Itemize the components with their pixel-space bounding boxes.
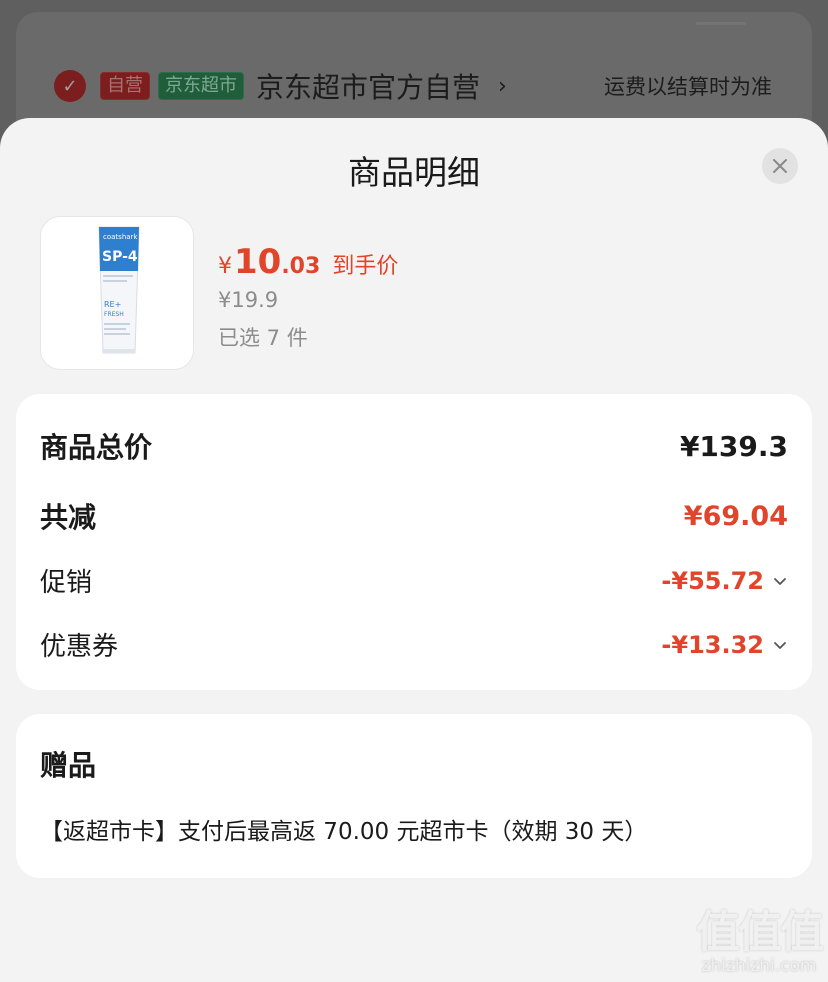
site-watermark: 值值值 zhizhizhi.com — [696, 896, 824, 976]
final-price: ¥ 10 .03 到手价 — [218, 242, 398, 282]
self-operated-tag: 自营 — [100, 72, 150, 100]
promotion-label: 促销 — [40, 568, 93, 598]
svg-text:SP-4: SP-4 — [102, 249, 138, 265]
price-label: 到手价 — [332, 254, 399, 279]
total-price-value: ¥139.3 — [679, 429, 788, 463]
check-icon: ✓ — [54, 70, 86, 102]
original-price: ¥19.9 — [218, 288, 279, 312]
shipping-note: 运费以结算时为准 — [604, 75, 772, 99]
product-thumbnail[interactable]: coatshark SP-4 RE+ FRESH — [40, 216, 194, 370]
sheet-title: 商品明细 — [348, 153, 480, 192]
gift-description: 【返超市卡】支付后最高返 70.00 元超市卡（效期 30 天） — [40, 819, 648, 845]
coupon-value: -¥13.32 — [661, 630, 764, 659]
close-icon — [773, 159, 787, 173]
background-grabber — [696, 22, 746, 25]
watermark-url: zhizhizhi.com — [701, 956, 817, 976]
promotion-row[interactable]: 促销 -¥55.72 — [40, 562, 788, 599]
product-detail-sheet: 商品明细 coatshark SP-4 RE+ FRESH ¥ 10 .03 到… — [0, 118, 828, 982]
chevron-down-icon[interactable] — [772, 637, 788, 653]
svg-text:FRESH: FRESH — [104, 311, 124, 318]
price-integer: 10 — [234, 242, 282, 282]
discount-value: ¥69.04 — [683, 500, 788, 532]
close-button[interactable] — [762, 148, 798, 184]
selected-quantity: 已选 7 件 — [218, 326, 308, 350]
promotion-value: -¥55.72 — [661, 566, 764, 595]
coupon-amount: -¥13.32 — [661, 631, 788, 659]
discount-row: 共减 ¥69.04 — [40, 496, 788, 536]
gift-title: 赠品 — [40, 749, 97, 782]
svg-text:RE+: RE+ — [104, 300, 121, 309]
chevron-down-icon[interactable] — [772, 573, 788, 589]
price-currency: ¥ — [218, 254, 232, 279]
discount-label: 共减 — [40, 501, 97, 534]
jd-supermarket-tag: 京东超市 — [158, 72, 244, 100]
product-summary: coatshark SP-4 RE+ FRESH ¥ 10 .03 到手价 ¥1… — [40, 216, 640, 370]
chevron-right-icon: › — [498, 73, 507, 99]
price-decimal: .03 — [281, 254, 321, 279]
store-name: 京东超市官方自营 — [256, 71, 481, 104]
background-store-row: ✓ 自营 京东超市 京东超市官方自营 › 运费以结算时为准 — [54, 68, 772, 104]
gift-card: 赠品 【返超市卡】支付后最高返 70.00 元超市卡（效期 30 天） — [16, 714, 812, 878]
promotion-amount: -¥55.72 — [661, 567, 788, 595]
watermark-logo: 值值值 — [696, 907, 824, 958]
toothpaste-product-image: coatshark SP-4 RE+ FRESH — [98, 226, 140, 354]
svg-text:coatshark: coatshark — [103, 233, 138, 241]
total-price-label: 商品总价 — [40, 431, 153, 464]
price-breakdown-card: 商品总价 ¥139.3 共减 ¥69.04 促销 -¥55.72 优惠券 -¥1… — [16, 394, 812, 690]
total-price-row: 商品总价 ¥139.3 — [40, 426, 788, 466]
coupon-row[interactable]: 优惠券 -¥13.32 — [40, 626, 788, 663]
coupon-label: 优惠券 — [40, 632, 119, 662]
